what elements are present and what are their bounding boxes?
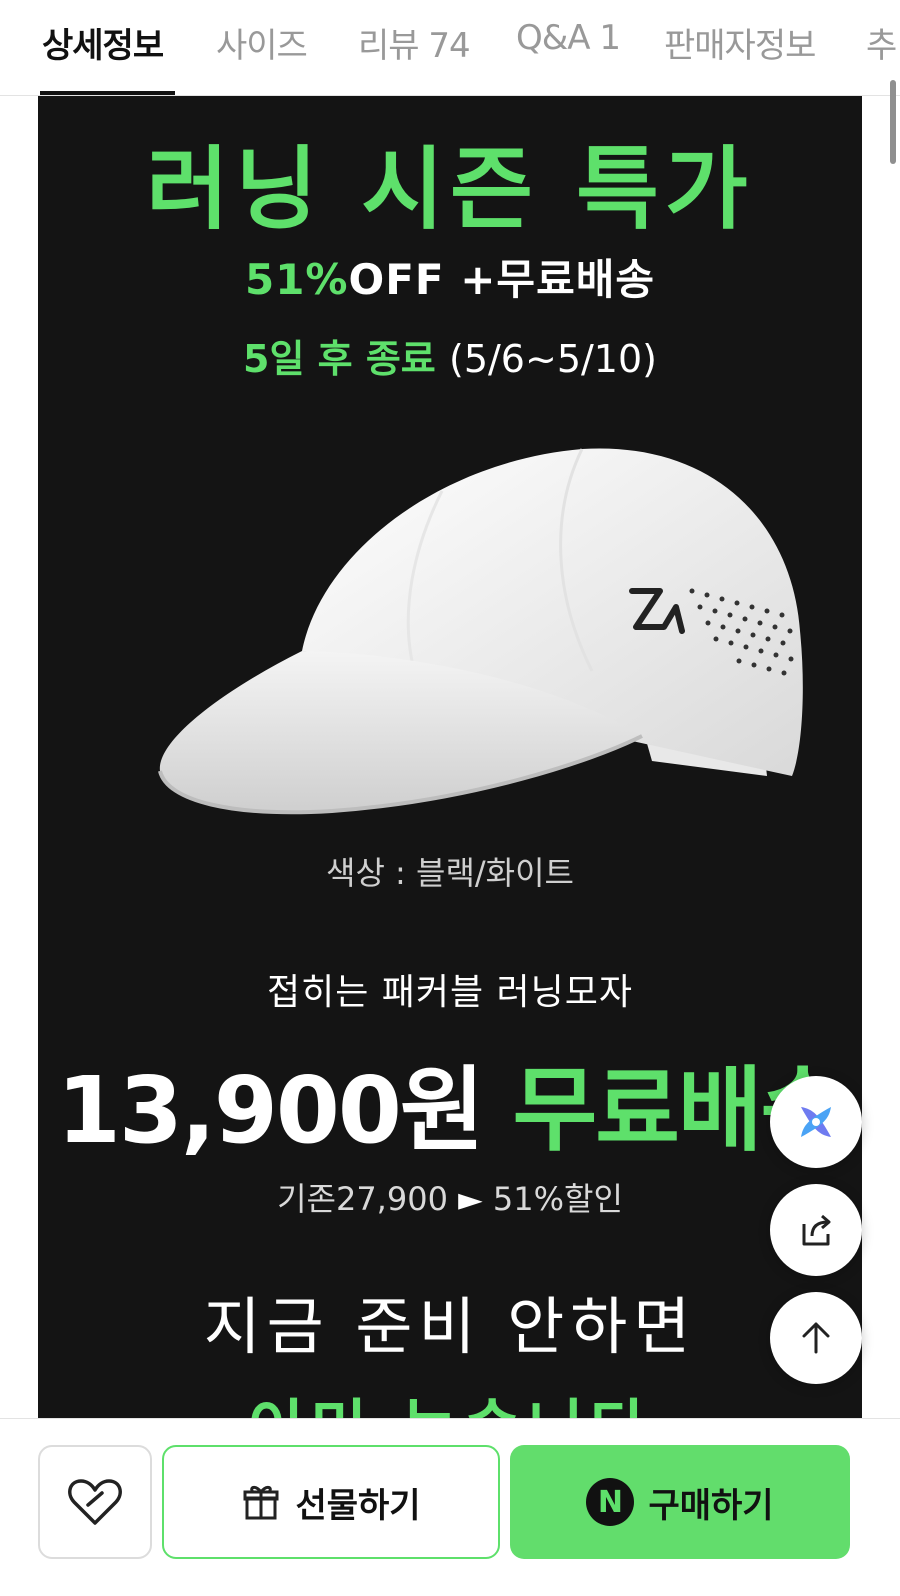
tab-size[interactable]: 사이즈 <box>216 18 308 67</box>
ai-assistant-button[interactable] <box>770 1076 862 1168</box>
off-text: OFF <box>348 255 445 304</box>
sale-price: 13,900원 <box>56 1057 485 1164</box>
promo-dates: (5/6~5/10) <box>449 337 657 381</box>
discount-rate: 51%할인 <box>492 1180 623 1218</box>
naver-n-icon: N <box>586 1478 635 1526</box>
share-button[interactable] <box>770 1184 862 1276</box>
gift-button[interactable]: 선물하기 <box>162 1445 500 1559</box>
tab-more[interactable]: 추 <box>866 18 897 67</box>
promo-headline: 러닝 시즌 특가 <box>146 137 754 242</box>
detail-tab-bar: 상세정보 사이즈 리뷰 74 Q&A 1 판매자정보 추 <box>0 0 900 96</box>
heart-icon <box>68 1479 122 1525</box>
slogan-line-1: 지금 준비 안하면 <box>203 1290 697 1363</box>
gift-button-label: 선물하기 <box>295 1485 421 1526</box>
tab-reviews[interactable]: 리뷰 74 <box>358 18 471 67</box>
color-options-label: 색상 : 블랙/화이트 <box>326 854 574 892</box>
tab-qna[interactable]: Q&A 1 <box>516 18 621 58</box>
tab-detail-info[interactable]: 상세정보 <box>42 18 164 67</box>
arrow-up-icon <box>802 1322 830 1354</box>
original-price: 기존27,900 <box>277 1180 448 1218</box>
original-price-line: 기존27,900 ► 51%할인 <box>38 1174 862 1220</box>
bottom-purchase-bar: 선물하기 N 구매하기 <box>0 1418 900 1596</box>
ai-assistant-icon <box>801 1107 831 1137</box>
arrow-icon: ► <box>458 1180 483 1218</box>
discount-percent: 51% <box>244 255 349 304</box>
promo-period-line: 5일 후 종료 (5/6~5/10) <box>38 328 862 383</box>
page-scrollbar[interactable] <box>890 80 896 164</box>
scroll-to-top-button[interactable] <box>770 1292 862 1384</box>
active-tab-indicator <box>40 91 175 95</box>
product-name: 접히는 패커블 러닝모자 <box>266 972 634 1013</box>
wishlist-button[interactable] <box>38 1445 152 1559</box>
tab-seller-info[interactable]: 판매자정보 <box>664 18 816 67</box>
free-shipping-text: +무료배송 <box>460 255 655 304</box>
share-icon <box>802 1214 831 1246</box>
ends-in-text: 5일 후 종료 <box>243 337 436 381</box>
gift-icon <box>243 1485 279 1520</box>
buy-button[interactable]: N 구매하기 <box>510 1445 850 1559</box>
product-detail-banner: 러닝 시즌 특가 51%OFF +무료배송 5일 후 종료 (5/6~5/10) <box>38 96 862 1448</box>
price-line: 13,900원 무료배송 <box>38 1036 862 1169</box>
promo-discount-line: 51%OFF +무료배송 <box>38 246 862 307</box>
buy-button-label: 구매하기 <box>648 1485 774 1526</box>
